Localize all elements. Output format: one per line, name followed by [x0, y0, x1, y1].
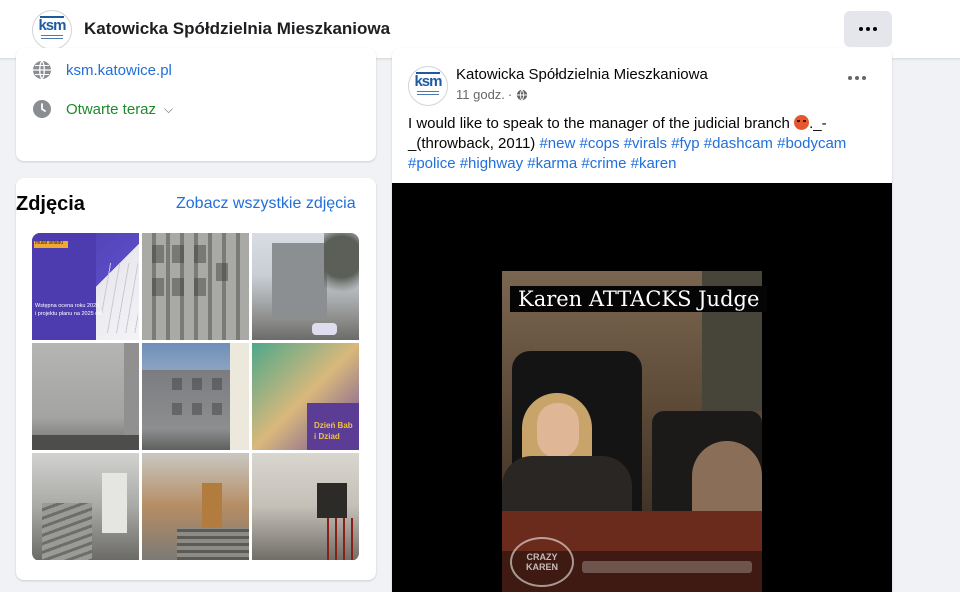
photo-door — [102, 473, 127, 533]
page-title[interactable]: Katowicka Spółdzielnia Mieszkaniowa — [84, 19, 390, 39]
photo-tile[interactable] — [32, 453, 139, 560]
logo-text: ksm — [414, 72, 442, 90]
photo-tile[interactable]: Dzień Bab i Dziad — [252, 343, 359, 450]
globe-icon — [33, 60, 51, 80]
photos-heading: Zdjęcia — [16, 193, 85, 215]
photo-door — [202, 483, 222, 528]
photo-stairs — [42, 503, 92, 560]
photo-stairs — [177, 528, 249, 560]
post-meta: 11 godz. · — [456, 87, 528, 102]
photos-grid: mulat składu Wstępna ocena roku 2024 i p… — [32, 233, 359, 561]
photo-tile[interactable] — [142, 343, 249, 450]
photo-wall-edge — [124, 343, 139, 438]
intro-card: ksm.katowice.pl Otwarte teraz ⌵ — [16, 48, 376, 161]
photo-tile[interactable]: mulat składu Wstępna ocena roku 2024 i p… — [32, 233, 139, 340]
more-options-button[interactable] — [844, 11, 892, 47]
photo-tile[interactable] — [142, 233, 249, 340]
chevron-down-icon[interactable]: ⌵ — [164, 102, 173, 117]
photo-caption-line: i projektu planu na 2025 rok — [35, 311, 103, 317]
watermark-badge: CRAZY KAREN — [510, 537, 574, 587]
photo-railing — [327, 518, 359, 560]
photo-tile[interactable] — [142, 453, 249, 560]
post-author-avatar[interactable]: ksm — [408, 66, 448, 106]
clock-icon — [33, 100, 51, 118]
angry-face-emoji-icon — [794, 115, 810, 130]
photo-caption-line: Dzień Bab — [314, 421, 353, 430]
video-caption: Karen ATTACKS Judge — [510, 286, 768, 312]
photo-tag-text: mulat składu — [35, 240, 64, 246]
photo-graph-lines — [102, 263, 138, 333]
open-now-status[interactable]: Otwarte teraz — [66, 101, 156, 118]
see-all-photos-link[interactable]: Zobacz wszystkie zdjęcia — [176, 195, 356, 213]
video-player[interactable]: CRAZY KAREN Karen ATTACKS Judge — [392, 183, 892, 592]
website-row: ksm.katowice.pl — [32, 60, 172, 80]
photo-caption-line: Wstępna ocena roku 2024 — [35, 303, 100, 309]
logo-subtitle-lines — [41, 34, 63, 42]
photo-window — [317, 483, 347, 518]
photo-tile[interactable] — [252, 453, 359, 560]
meta-separator: · — [507, 87, 513, 102]
post-author-name[interactable]: Katowicka Spółdzielnia Mieszkaniowa — [456, 66, 708, 83]
photo-document-cover — [32, 233, 97, 340]
photo-tile[interactable] — [252, 233, 359, 340]
website-link[interactable]: ksm.katowice.pl — [66, 62, 172, 79]
three-dots-icon — [859, 27, 877, 31]
photo-car — [312, 323, 337, 335]
photo-building — [272, 243, 327, 318]
photo-tree — [324, 233, 359, 313]
globe-icon — [517, 88, 528, 101]
post-more-button[interactable] — [848, 76, 866, 80]
photo-caption-line: i Dziad — [314, 432, 340, 441]
post-timestamp[interactable]: 11 godz. — [456, 87, 505, 102]
page-logo[interactable]: ksm — [32, 10, 72, 50]
post-text: I would like to speak to the manager of … — [408, 114, 878, 174]
photo-tile[interactable] — [32, 343, 139, 450]
photo-ground — [32, 435, 139, 450]
logo-subtitle-lines — [417, 90, 439, 98]
photo-wall-light — [230, 343, 249, 450]
logo-text: ksm — [38, 16, 66, 34]
blurred-subtitle — [582, 561, 752, 573]
hours-row: Otwarte teraz ⌵ — [32, 99, 173, 119]
post-text-main: I would like to speak to the manager of … — [408, 115, 795, 132]
judge-face — [537, 403, 579, 458]
three-dots-icon — [848, 76, 866, 80]
video-frame: CRAZY KAREN — [502, 271, 762, 592]
